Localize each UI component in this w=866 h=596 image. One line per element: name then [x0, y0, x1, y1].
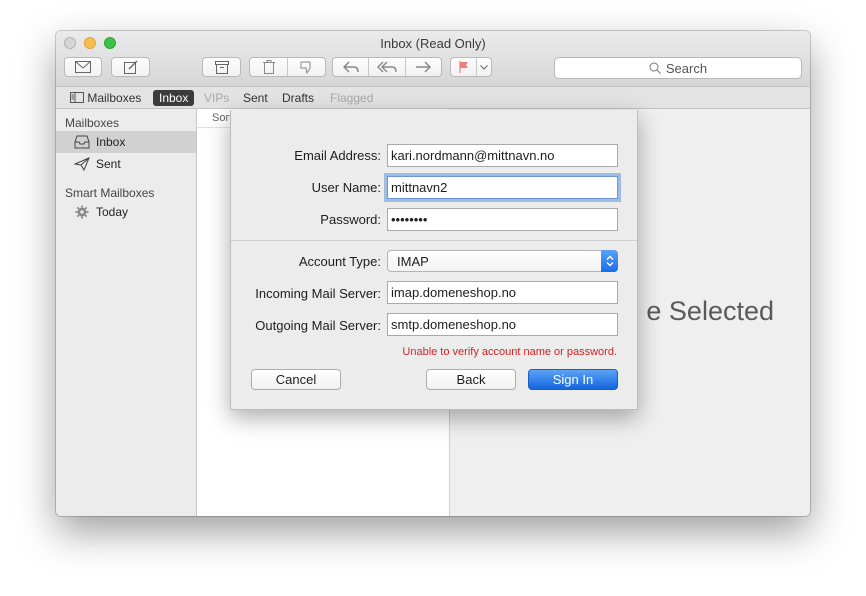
mailboxes-label: Mailboxes	[87, 91, 142, 105]
sheet-divider	[231, 240, 637, 241]
reply-button[interactable]	[333, 58, 370, 76]
sign-in-button[interactable]: Sign In	[528, 369, 618, 390]
fav-inbox[interactable]: Inbox	[153, 90, 195, 106]
delete-junk-group	[249, 57, 326, 77]
outgoing-server-field[interactable]	[387, 313, 618, 336]
incoming-server-label: Incoming Mail Server:	[255, 286, 381, 301]
fav-vips[interactable]: VIPs	[204, 91, 229, 105]
mailbox-sidebar: Mailboxes Inbox Sent Smart Mailboxes Tod…	[56, 109, 197, 516]
error-message: Unable to verify account name or passwor…	[402, 346, 617, 358]
updown-chevron-icon	[606, 255, 613, 267]
password-label: Password:	[320, 212, 381, 227]
account-type-label: Account Type:	[298, 254, 381, 269]
smart-mailboxes-header: Smart Mailboxes	[65, 186, 155, 200]
fav-drafts[interactable]: Drafts	[282, 91, 314, 105]
account-type-stepper[interactable]	[601, 250, 618, 272]
show-mailboxes-button[interactable]: Mailboxes	[70, 91, 141, 105]
sidebar-item-label: Today	[96, 205, 129, 219]
username-field[interactable]	[387, 176, 618, 199]
forward-icon	[416, 61, 432, 73]
fav-flagged[interactable]: Flagged	[330, 91, 373, 105]
sidebar-item-label: Sent	[96, 157, 121, 171]
compose-button[interactable]	[111, 57, 150, 77]
password-field[interactable]	[387, 208, 618, 231]
fav-sent[interactable]: Sent	[243, 91, 268, 105]
junk-button[interactable]	[288, 58, 325, 76]
cancel-button[interactable]: Cancel	[251, 369, 341, 390]
email-field[interactable]	[387, 144, 618, 167]
get-mail-button[interactable]	[64, 57, 102, 77]
window-title: Inbox (Read Only)	[380, 36, 486, 51]
username-label: User Name:	[311, 180, 381, 195]
envelope-icon	[75, 61, 91, 73]
sidebar-item-sent[interactable]: Sent	[56, 153, 196, 175]
reply-all-button[interactable]	[369, 58, 406, 76]
gear-icon	[75, 205, 89, 219]
sidebar-item-inbox[interactable]: Inbox	[56, 131, 196, 153]
sidebar-icon	[70, 92, 84, 103]
thumbs-down-icon	[300, 61, 310, 74]
email-label: Email Address:	[294, 148, 381, 163]
outgoing-server-label: Outgoing Mail Server:	[255, 318, 381, 333]
reply-group	[332, 57, 442, 77]
inbox-tray-icon	[74, 135, 90, 149]
flag-menu-button[interactable]	[477, 58, 491, 76]
incoming-server-field[interactable]	[387, 281, 618, 304]
chevron-down-icon	[480, 64, 488, 70]
archive-icon	[214, 60, 229, 74]
account-setup-sheet: Email Address: User Name: Password: Acco…	[230, 110, 638, 410]
reply-all-icon	[376, 61, 397, 73]
forward-button[interactable]	[406, 58, 441, 76]
mail-window: Inbox (Read Only) Search Mailboxes Inbox…	[56, 31, 810, 516]
sidebar-item-label: Inbox	[96, 135, 126, 149]
account-type-select[interactable]: IMAP	[387, 250, 618, 272]
search-placeholder: Search	[665, 60, 708, 76]
favorites-bar: Mailboxes Inbox VIPs Sent Drafts Flagged	[56, 86, 810, 109]
search-icon	[649, 62, 661, 74]
compose-icon	[123, 60, 137, 74]
sidebar-item-today[interactable]: Today	[56, 201, 196, 223]
title-bar: Inbox (Read Only) Search	[56, 31, 810, 86]
reply-icon	[342, 61, 359, 73]
mailboxes-header: Mailboxes	[65, 116, 120, 130]
search-field[interactable]: Search	[554, 57, 802, 79]
flag-button[interactable]	[451, 58, 477, 76]
flag-group	[450, 57, 492, 77]
account-type-value: IMAP	[397, 254, 429, 269]
back-button[interactable]: Back	[426, 369, 516, 390]
archive-button[interactable]	[202, 57, 241, 77]
flag-icon	[459, 61, 468, 73]
paper-plane-icon	[74, 157, 90, 171]
delete-button[interactable]	[250, 58, 288, 76]
trash-icon	[262, 60, 275, 74]
